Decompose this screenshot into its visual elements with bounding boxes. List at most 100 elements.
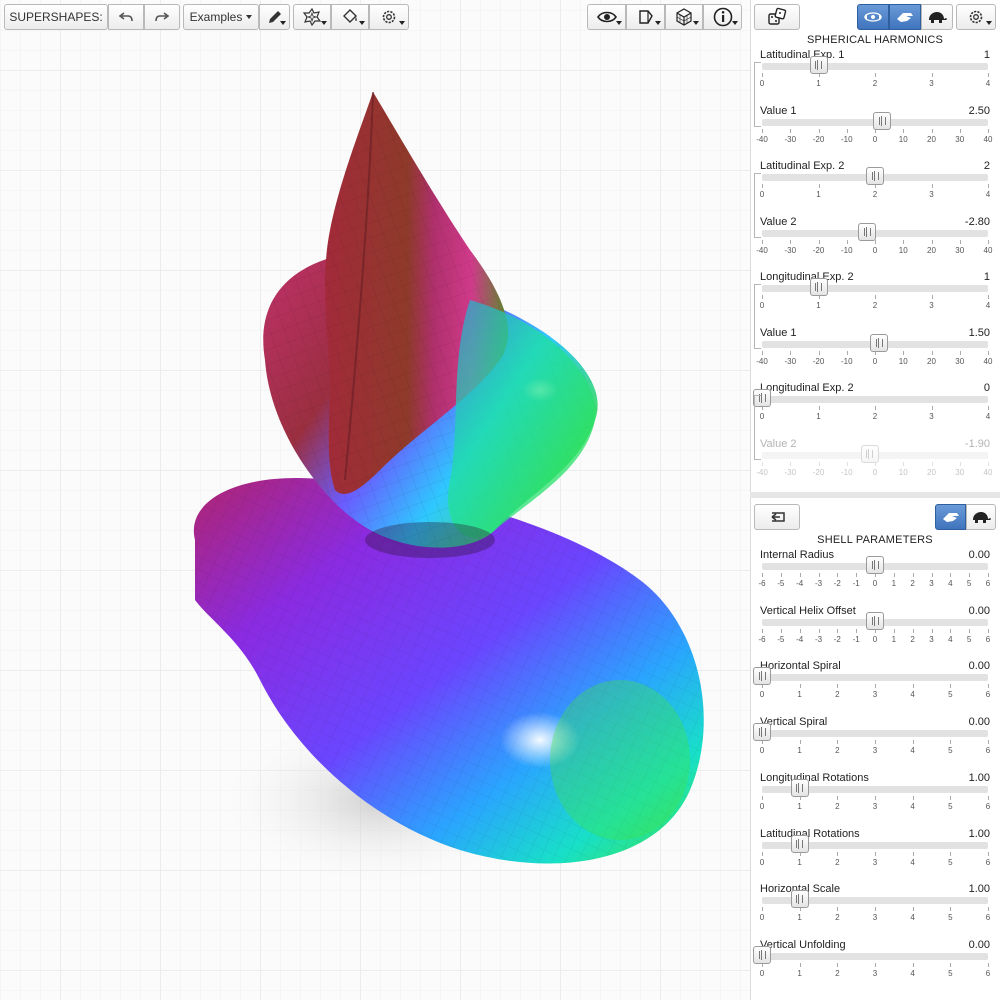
slider-tick-label: 3 xyxy=(929,79,934,88)
slider-tick xyxy=(988,128,989,133)
slider-tick xyxy=(875,295,876,299)
slider-tick-label: -4 xyxy=(796,634,804,644)
shell-slider[interactable]: Vertical Spiral 0.00 0 1 2 3 4 5 6 xyxy=(753,716,990,771)
slider-handle[interactable] xyxy=(866,611,884,630)
slider-tick-label: 3 xyxy=(872,913,878,923)
harmonic-slider[interactable]: Latitudinal Exp. 2201234 xyxy=(760,160,990,215)
shell-slider[interactable]: Latitudinal Rotations 1.00 0 1 2 3 4 5 6 xyxy=(760,828,990,883)
slider-label: Value 2 xyxy=(760,437,797,450)
harmonic-slider[interactable]: Value 2 -2.80 -40 -30 -20 -10 0 10 20 30 40 xyxy=(756,216,992,271)
randomize-button[interactable] xyxy=(754,4,800,30)
slider-handle[interactable] xyxy=(858,222,877,241)
shell-slider[interactable]: Vertical Helix Offset 0.00 -6 -5 -4 -3 -2 -1 0 1 2… xyxy=(758,605,990,660)
slider-tick xyxy=(931,128,933,133)
slider-track[interactable] xyxy=(762,730,988,738)
shell-parameters-title: SHELL PARAMETERS xyxy=(817,534,933,546)
harmonic-slider[interactable]: Longitudinal Exp. 2101234 xyxy=(760,271,990,326)
slider-handle[interactable] xyxy=(753,667,771,686)
slider-value: -1.90 xyxy=(964,437,990,450)
hand-mode-button[interactable] xyxy=(889,4,921,30)
slider-tick xyxy=(893,573,895,577)
slider-tick-label: 3 xyxy=(929,579,934,588)
harmonic-slider[interactable]: Latitudinal Exp. 1101234 xyxy=(760,49,990,104)
undo-button[interactable] xyxy=(108,4,144,30)
shell-slider[interactable]: Internal Radius 0.00 -6 -5 -4 -3 -2 -1 0 1 2 3 4 5 6 xyxy=(758,549,990,604)
view-menu-button[interactable] xyxy=(587,4,626,30)
slider-tick-label: 10 xyxy=(898,467,908,477)
slider-tick-label: 0 xyxy=(759,968,765,978)
draw-tool-button[interactable] xyxy=(259,4,290,30)
harmonic-slider[interactable]: Longitudinal Exp. 2001234 xyxy=(753,382,990,437)
settings-menu-button[interactable] xyxy=(369,4,409,30)
gear-icon xyxy=(969,10,983,24)
slider-tick xyxy=(799,573,801,577)
shell-slider[interactable]: Vertical Unfolding 0.00 0 1 2 3 4 5 6 xyxy=(753,939,990,994)
slider-handle[interactable] xyxy=(809,56,828,74)
slider-track[interactable] xyxy=(762,674,988,682)
turtle-mode-button[interactable] xyxy=(921,4,953,30)
slider-handle[interactable] xyxy=(753,945,771,964)
info-menu-button[interactable] xyxy=(703,4,742,30)
slider-tick xyxy=(875,684,876,689)
shell-slider[interactable]: Longitudinal Rotations 1.00 0 1 2 3 4 5 6 xyxy=(760,772,990,827)
back-button[interactable] xyxy=(754,504,800,530)
shell-slider[interactable]: Horizontal Scale 1.00 0 1 2 3 4 5 6 xyxy=(760,883,990,938)
panel-settings-button[interactable] xyxy=(956,4,996,30)
slider-handle[interactable] xyxy=(809,278,828,296)
shell-turtle-mode-button[interactable] xyxy=(966,504,996,530)
caret-icon xyxy=(280,21,286,25)
harmonic-slider[interactable]: Value 1 2.50 -40 -30 -20 -10 0 10 20 30 40 xyxy=(756,105,992,160)
rotate-mode-button[interactable] xyxy=(857,4,889,30)
slider-tick xyxy=(837,628,839,633)
slider-track[interactable] xyxy=(762,63,988,70)
slider-tick-label: -3 xyxy=(814,579,823,588)
slider-tick-label: 1 xyxy=(816,301,821,310)
slider-label: Value 1 xyxy=(760,326,797,339)
slider-tick-label: 1 xyxy=(816,79,821,88)
slider-tick xyxy=(818,239,820,244)
slider-tick xyxy=(931,239,933,244)
shell-slider[interactable]: Horizontal Spiral 0.00 0 1 2 3 4 5 6 xyxy=(753,660,990,715)
grip-icon xyxy=(866,448,874,459)
slider-tick-label: 10 xyxy=(898,245,908,255)
3d-viewport[interactable] xyxy=(0,0,750,1000)
slider-handle[interactable] xyxy=(873,111,892,130)
slider-handle xyxy=(860,444,879,463)
slider-handle[interactable] xyxy=(790,890,809,909)
slider-handle[interactable] xyxy=(866,167,884,185)
slider-track[interactable] xyxy=(762,952,988,960)
slider-tick-label: 5 xyxy=(948,913,953,923)
slider-tick xyxy=(959,128,961,133)
render-mode-button[interactable] xyxy=(665,4,703,30)
slider-handle[interactable] xyxy=(870,333,889,352)
slider-track[interactable] xyxy=(762,285,988,292)
slider-label: Longitudinal Rotations xyxy=(760,771,869,784)
slider-label: Longitudinal Exp. 2 xyxy=(760,382,854,394)
shell-hand-mode-button[interactable] xyxy=(935,504,966,530)
examples-dropdown[interactable]: Examples xyxy=(183,4,259,30)
camera-menu-button[interactable] xyxy=(626,4,665,30)
slider-handle[interactable] xyxy=(790,834,809,853)
dice-icon xyxy=(768,7,787,25)
slider-tick-label: -40 xyxy=(756,356,768,366)
shape-menu-button[interactable] xyxy=(293,4,331,30)
slider-tick xyxy=(799,962,801,967)
redo-button[interactable] xyxy=(144,4,180,30)
slider-handle[interactable] xyxy=(866,556,884,574)
slider-tick xyxy=(875,851,876,856)
slider-tick-label: -30 xyxy=(784,356,797,366)
slider-handle[interactable] xyxy=(753,723,771,742)
slider-tick-label: -6 xyxy=(758,634,766,644)
slider-tick-label: 0 xyxy=(872,467,878,477)
slider-tick xyxy=(818,184,820,188)
slider-track[interactable] xyxy=(762,396,988,403)
slider-tick xyxy=(799,740,801,745)
paint-menu-button[interactable] xyxy=(331,4,369,30)
slider-tick-label: 1 xyxy=(797,801,802,811)
caret-icon xyxy=(616,21,622,25)
slider-handle[interactable] xyxy=(790,778,809,797)
harmonic-slider[interactable]: Value 1 1.50 -40 -30 -20 -10 0 10 20 30 40 xyxy=(756,326,992,382)
examples-label: Examples xyxy=(189,10,243,24)
supershape-render[interactable] xyxy=(0,0,750,1000)
caret-icon xyxy=(655,21,661,25)
